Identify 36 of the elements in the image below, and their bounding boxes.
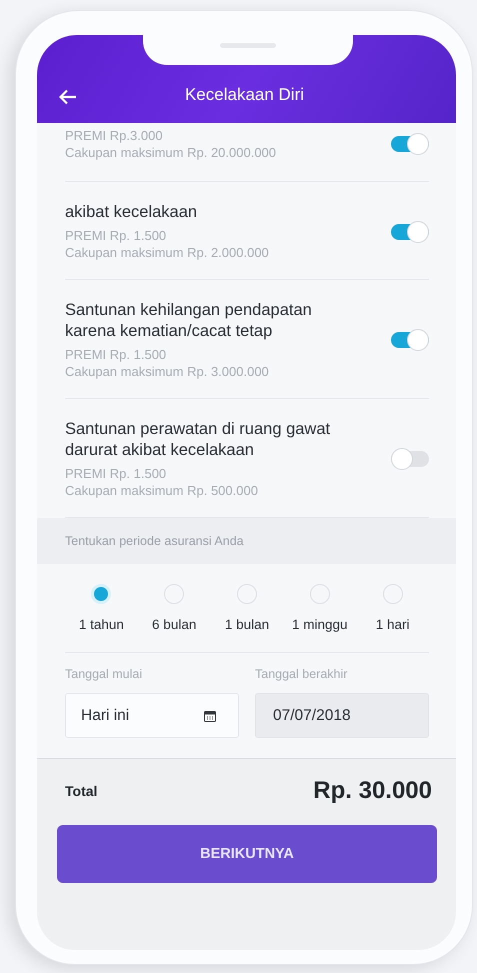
total-amount: Rp. 30.000 [313, 777, 432, 805]
radio-button[interactable] [164, 584, 184, 604]
coverage-title: Santunan perawatan di ruang gawat darurat akibat kecelakaan [65, 419, 332, 461]
screen-title: Kecelakaan Diri [184, 85, 306, 105]
back-button[interactable] [59, 89, 77, 105]
date-label: Tanggal mulai [65, 667, 144, 681]
toggle-switch[interactable] [391, 448, 429, 470]
premium-text: PREMI Rp. 1.500 [65, 465, 168, 482]
back-arrow-icon [59, 89, 77, 105]
period-option[interactable]: 1 bulan [210, 584, 284, 632]
coverage-limit: Cakupan maksimum Rp. 500.000 [65, 482, 259, 499]
radio-button[interactable] [91, 584, 112, 604]
radio-button[interactable] [236, 584, 257, 604]
premium-text: PREMI Rp. 1.500 [65, 227, 168, 244]
coverage-limit: Cakupan maksimum Rp. 20.000.000 [65, 144, 278, 161]
radio-button[interactable] [310, 584, 330, 604]
date-field[interactable]: Hari ini [65, 693, 239, 738]
period-option[interactable]: 6 bulan [138, 584, 211, 632]
total-label: Total [65, 783, 98, 799]
toggle-switch[interactable] [391, 220, 429, 242]
coverage-limit: Cakupan maksimum Rp. 3.000.000 [65, 363, 270, 380]
coverage-title: Santunan kehilangan pendapatan karena kematian/cacat tetap [65, 300, 313, 342]
period-option[interactable]: 1 tahun [65, 584, 138, 632]
next-button[interactable]: BERIKUTNYA [57, 825, 437, 883]
calendar-icon [204, 710, 216, 722]
toggle-switch[interactable] [391, 133, 429, 155]
coverage-limit: Cakupan maksimum Rp. 2.000.000 [65, 244, 270, 261]
date-label: Tanggal berakhir [255, 667, 348, 681]
coverage-title: akibat kecelakaan [65, 202, 198, 223]
period-option[interactable]: 1 hari [356, 584, 429, 632]
radio-button[interactable] [382, 584, 403, 604]
premium-text: PREMI Rp.3.000 [65, 127, 164, 144]
period-option[interactable]: 1 minggu [283, 584, 356, 632]
premium-text: PREMI Rp. 1.500 [65, 346, 168, 363]
toggle-switch[interactable] [391, 329, 429, 351]
section-header: Tentukan periode asuransi Anda [37, 518, 456, 564]
